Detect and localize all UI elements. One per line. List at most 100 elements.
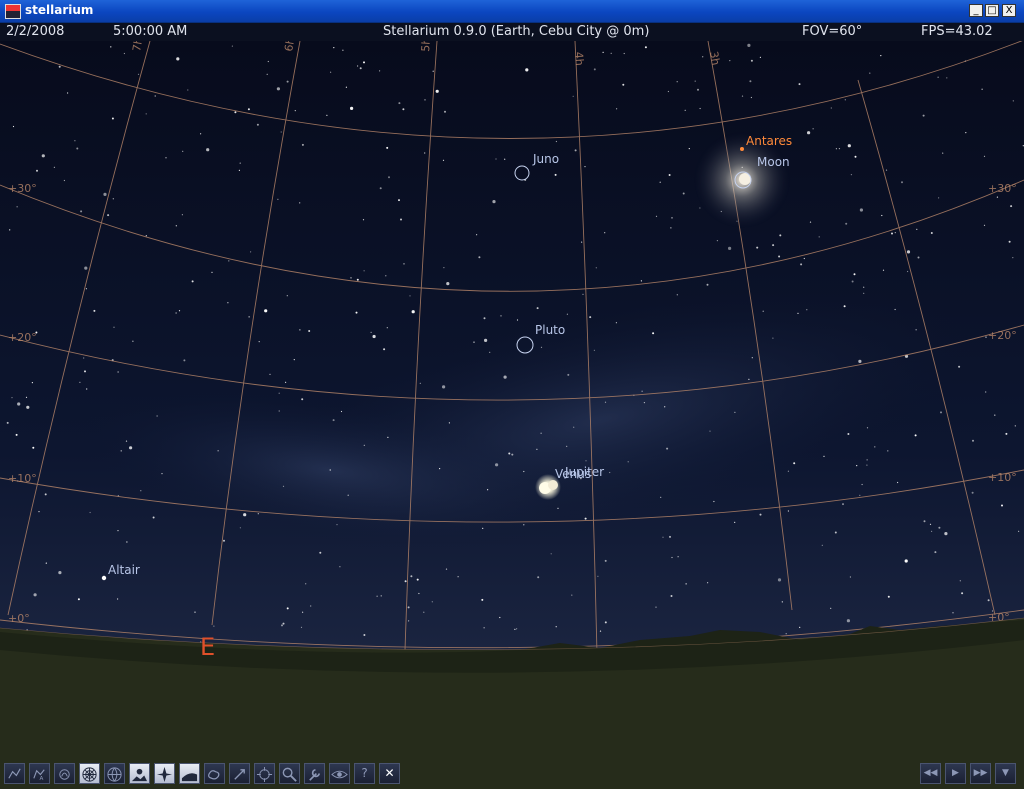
star <box>200 133 202 135</box>
star <box>858 359 862 363</box>
help-button[interactable]: ? <box>354 763 375 784</box>
altair-star[interactable] <box>101 575 107 581</box>
antares-star[interactable] <box>740 147 744 151</box>
sky-canvas[interactable]: +30° +30° +20° +20° +10° +10° +0° +0° 7h… <box>0 41 1024 789</box>
star <box>684 109 686 111</box>
star <box>623 52 625 55</box>
minimize-button[interactable]: _ <box>969 4 983 17</box>
star <box>747 43 751 48</box>
star <box>117 598 119 600</box>
star <box>589 316 592 319</box>
now-button[interactable]: ▼ <box>995 763 1016 784</box>
constellation-art-button[interactable] <box>54 763 75 784</box>
star <box>1005 432 1008 435</box>
star <box>599 630 602 632</box>
star <box>666 447 669 450</box>
constellation-names-button[interactable]: A <box>29 763 50 784</box>
equatorial-grid-button[interactable] <box>104 763 125 784</box>
constellation-art-icon <box>55 766 74 783</box>
rewind-button[interactable]: ◀◀ <box>920 763 941 784</box>
star <box>934 551 937 554</box>
wrench-icon <box>305 766 324 783</box>
night-mode-button[interactable] <box>329 763 350 784</box>
star <box>407 606 410 609</box>
ground-icon <box>130 766 149 783</box>
ground-button[interactable] <box>129 763 150 784</box>
mount-icon <box>230 766 249 783</box>
star <box>944 532 948 536</box>
config-button[interactable] <box>304 763 325 784</box>
star <box>1008 240 1011 243</box>
star <box>907 270 909 273</box>
star <box>79 381 81 383</box>
title-bar[interactable]: stellarium _ □ X <box>0 0 1024 23</box>
star <box>508 452 511 455</box>
star <box>339 566 341 568</box>
atmosphere-button[interactable] <box>179 763 200 784</box>
star <box>419 382 421 384</box>
star <box>866 464 868 466</box>
star <box>604 232 606 234</box>
star <box>880 55 882 57</box>
star <box>972 439 974 442</box>
star <box>881 214 883 217</box>
star <box>145 235 147 237</box>
azimuthal-grid-button[interactable] <box>79 763 100 784</box>
date-readout: 2/2/2008 <box>6 24 65 39</box>
star <box>965 132 967 134</box>
star <box>655 606 657 608</box>
star <box>176 57 180 61</box>
star <box>404 580 407 583</box>
star <box>959 580 961 582</box>
star <box>126 541 128 543</box>
star <box>342 49 344 51</box>
star <box>821 544 823 546</box>
star <box>269 373 271 375</box>
star <box>793 462 796 465</box>
star <box>845 222 848 225</box>
equatorial-mount-button[interactable] <box>229 763 250 784</box>
maximize-button[interactable]: □ <box>985 4 999 17</box>
star <box>302 611 304 613</box>
fast-forward-button[interactable]: ▶▶ <box>970 763 991 784</box>
star <box>866 427 869 429</box>
close-window-button[interactable]: X <box>1002 4 1016 17</box>
star <box>33 593 37 597</box>
star <box>299 329 301 331</box>
star <box>669 535 671 538</box>
star <box>894 308 896 311</box>
jupiter-disc[interactable] <box>548 480 558 490</box>
star <box>697 88 699 91</box>
compass-icon <box>155 766 174 783</box>
star <box>818 236 820 238</box>
star <box>15 433 18 436</box>
juno-label: Juno <box>532 152 559 166</box>
constellation-lines-button[interactable] <box>4 763 25 784</box>
star <box>17 402 21 406</box>
nebulae-button[interactable] <box>204 763 225 784</box>
star <box>573 426 575 428</box>
star <box>536 307 539 310</box>
star <box>74 140 76 142</box>
sky-view[interactable]: +30° +30° +20° +20° +10° +10° +0° +0° 7h… <box>0 41 1024 789</box>
cardinal-points-button[interactable] <box>154 763 175 784</box>
star <box>655 215 658 217</box>
star <box>165 157 167 159</box>
real-time-button[interactable]: ▶ <box>945 763 966 784</box>
star <box>604 621 607 624</box>
star <box>398 199 400 202</box>
star <box>847 433 850 435</box>
star <box>36 169 38 172</box>
search-button[interactable] <box>279 763 300 784</box>
constellation-lines-icon <box>5 766 24 783</box>
star <box>659 181 661 183</box>
alt-label-0-left: +0° <box>8 612 30 625</box>
star <box>917 256 920 259</box>
quit-button[interactable]: ✕ <box>379 763 400 784</box>
star <box>915 329 917 331</box>
star <box>355 311 358 314</box>
star <box>243 513 247 517</box>
alt-label-10-left: +10° <box>8 472 37 485</box>
goto-button[interactable] <box>254 763 275 784</box>
star <box>187 89 189 91</box>
